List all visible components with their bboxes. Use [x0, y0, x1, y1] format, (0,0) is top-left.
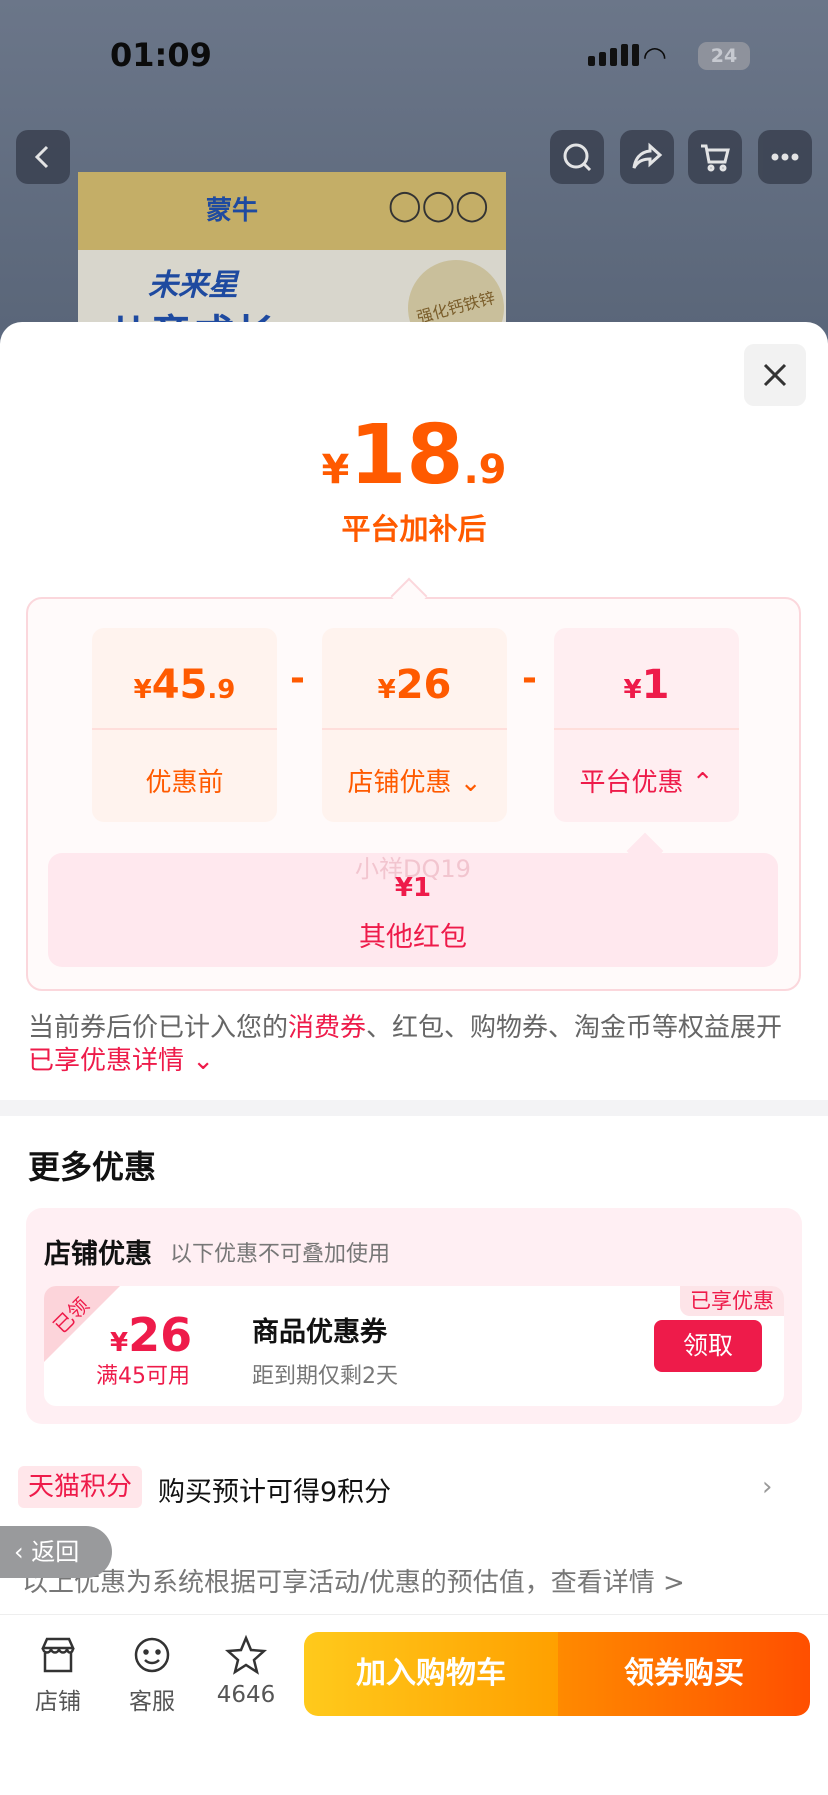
coupon-amount: ¥26	[110, 1308, 193, 1362]
cart-icon	[701, 144, 730, 172]
coupon-condition: 满45可用	[96, 1364, 190, 1389]
product-brand-logo: 蒙牛	[206, 196, 259, 226]
favorite-tab[interactable]: 4646	[206, 1634, 286, 1708]
shop-icon	[41, 1637, 75, 1673]
shop-tab[interactable]: 店铺	[18, 1634, 98, 1716]
chevron-left-icon: ‹	[14, 1538, 24, 1566]
search-icon	[563, 143, 592, 172]
favorite-count: 4646	[216, 1682, 276, 1708]
card-original-price: ¥45.9 优惠前	[92, 628, 277, 822]
share-button[interactable]	[620, 130, 674, 184]
card-value: ¥45.9	[133, 662, 236, 708]
card-divider	[92, 728, 277, 730]
customer-service-icon	[134, 1637, 170, 1673]
estimate-footnote[interactable]: 以上优惠为系统根据可享活动/优惠的预估值，查看详情 >	[22, 1562, 685, 1599]
service-tab[interactable]: 客服	[112, 1634, 192, 1716]
status-time: 01:09	[110, 36, 212, 74]
return-button[interactable]: ‹ 返回	[0, 1526, 112, 1578]
wifi-icon: ◠	[644, 40, 666, 73]
tmall-points-text: 购买预计可得9积分	[158, 1477, 392, 1508]
chevron-right-icon: ›	[762, 1472, 773, 1502]
card-divider	[322, 728, 507, 730]
close-button[interactable]	[744, 344, 806, 406]
enjoyed-badge: 已享优惠	[680, 1286, 784, 1316]
coupon-expiry: 距到期仅剩2天	[252, 1364, 398, 1389]
final-price-label: 平台加补后	[341, 512, 487, 546]
card-platform-discount[interactable]: ¥1 平台优惠 ⌃	[554, 628, 739, 822]
card-divider	[554, 728, 739, 730]
claim-coupon-button[interactable]: 领取	[654, 1320, 762, 1372]
claim-and-buy-button[interactable]: 领券购买	[558, 1632, 810, 1716]
final-price: ¥18.9	[0, 408, 828, 503]
search-button[interactable]	[550, 130, 604, 184]
chevron-down-icon: ⌄	[192, 1046, 215, 1076]
status-bar: 01:09 ◠ 24	[0, 0, 828, 110]
more-button[interactable]	[758, 130, 812, 184]
shop-label: 店铺	[35, 1689, 81, 1715]
star-icon	[225, 1634, 267, 1675]
product-brand-name: 未来星	[148, 268, 238, 303]
minus-operator: -	[522, 658, 537, 699]
signal-icon	[588, 44, 639, 66]
consume-coupon-link[interactable]: 消费券	[288, 1013, 366, 1043]
minus-operator: -	[290, 658, 305, 699]
share-icon	[632, 142, 663, 169]
other-value: ¥1	[394, 873, 432, 903]
shop-offers-title: 店铺优惠	[44, 1239, 152, 1270]
shop-offers-subtitle: 以下优惠不可叠加使用	[170, 1242, 391, 1267]
more-offers-title: 更多优惠	[28, 1148, 157, 1186]
other-label: 其他红包	[359, 922, 467, 953]
add-to-cart-button[interactable]: 加入购物车	[304, 1632, 558, 1716]
card-label: 店铺优惠 ⌄	[347, 768, 482, 798]
price-currency: ¥	[321, 447, 350, 493]
other-red-packet: 小祥DQ19 ¥1 其他红包	[48, 853, 778, 967]
chevron-left-icon	[34, 145, 49, 169]
card-value: ¥1	[623, 662, 670, 708]
section-divider	[0, 1100, 828, 1116]
card-label: 优惠前	[145, 768, 224, 798]
price-decimal: .9	[463, 447, 507, 493]
card-label: 平台优惠 ⌃	[579, 768, 714, 798]
chevron-down-icon: ⌄	[459, 768, 482, 798]
price-integer: 18	[349, 408, 464, 503]
close-icon	[763, 363, 787, 387]
chevron-up-icon: ⌃	[691, 768, 714, 798]
enjoyed-details-link[interactable]: 已享优惠详情 ⌄	[28, 1046, 214, 1076]
cart-button[interactable]	[688, 130, 742, 184]
coupon-title: 商品优惠券	[252, 1317, 387, 1348]
tmall-points-row[interactable]: 天猫积分 购买预计可得9积分 ›	[18, 1466, 812, 1516]
service-label: 客服	[129, 1689, 175, 1715]
more-dots-icon	[771, 153, 799, 161]
back-nav-button[interactable]	[16, 130, 70, 184]
benefit-note: 当前券后价已计入您的消费券、红包、购物券、淘金币等权益展开已享优惠详情 ⌄	[28, 1013, 783, 1076]
tmall-points-tag: 天猫积分	[18, 1466, 143, 1508]
battery-icon: 24	[698, 42, 750, 70]
olympic-rings-icon: ◯◯◯	[388, 188, 489, 223]
card-shop-discount[interactable]: ¥26 店铺优惠 ⌄	[322, 628, 507, 822]
card-value: ¥26	[377, 662, 452, 708]
